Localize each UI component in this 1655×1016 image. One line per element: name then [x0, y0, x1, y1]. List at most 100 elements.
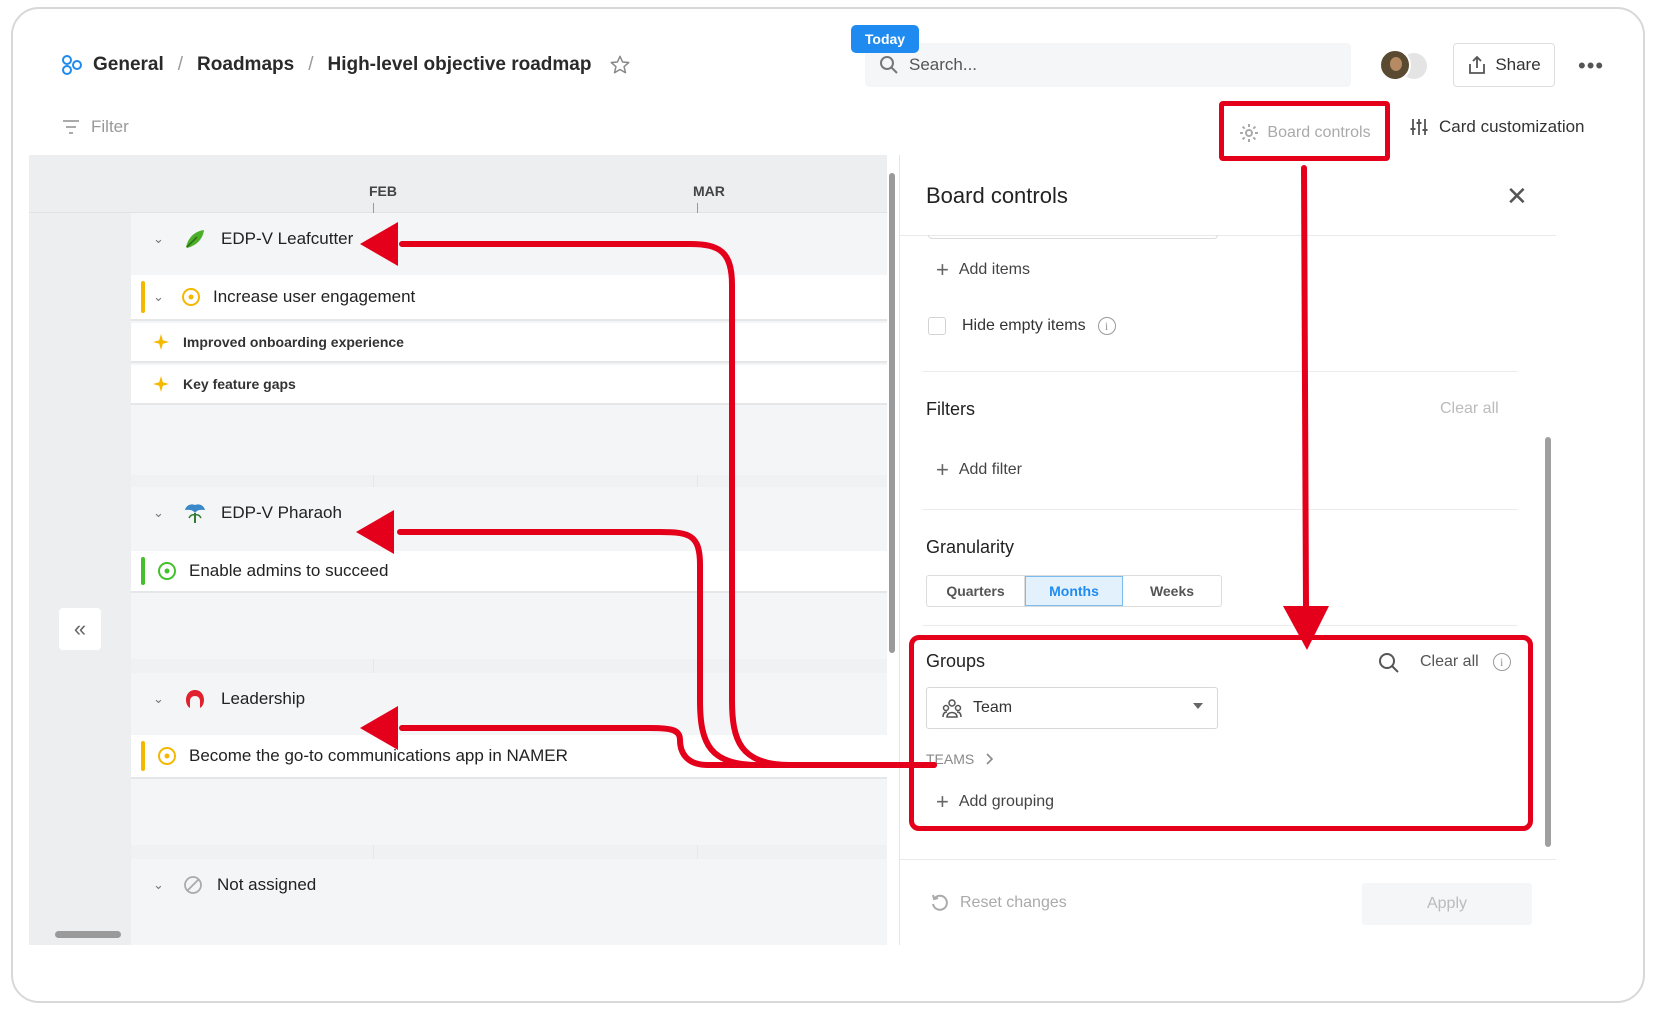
group-title: Leadership	[221, 689, 306, 708]
items-field[interactable]	[928, 235, 1218, 239]
group-title: EDP-V Leafcutter	[221, 229, 354, 248]
reset-changes-button[interactable]: Reset changes	[930, 893, 1067, 913]
search-icon	[880, 56, 898, 74]
key-result-title: Improved onboarding experience	[183, 334, 404, 350]
objective-target-icon	[158, 562, 176, 580]
divider	[922, 625, 1518, 626]
panel-title: Board controls	[926, 183, 1068, 208]
objective-color-bar	[141, 281, 145, 313]
objective-title: Enable admins to succeed	[189, 561, 389, 580]
today-button[interactable]: Today	[851, 25, 919, 53]
sparkle-icon	[153, 334, 169, 350]
avatar	[1379, 49, 1411, 81]
objective-color-bar	[141, 741, 145, 771]
card-customization-label: Card customization	[1439, 117, 1585, 136]
group-row-pharaoh[interactable]: ⌄ EDP-V Pharaoh	[131, 487, 887, 539]
granularity-section-title: Granularity	[926, 537, 1015, 557]
sliders-icon	[1410, 119, 1428, 135]
objective-color-bar	[141, 557, 145, 585]
objective-target-icon	[182, 288, 200, 306]
leadership-team-icon	[186, 690, 204, 708]
month-label-feb: FEB	[369, 183, 397, 199]
collapse-panel-button[interactable]: «	[59, 608, 101, 650]
divider	[922, 371, 1518, 372]
group-row-not-assigned[interactable]: ⌄ Not assigned	[131, 859, 887, 911]
timeline-header: FEB MAR	[29, 155, 887, 213]
add-filter-label: Add filter	[958, 461, 1022, 478]
month-tick	[373, 203, 374, 213]
reset-icon	[932, 894, 948, 911]
key-result-title: Key feature gaps	[183, 376, 296, 392]
card-customization-button[interactable]: Card customization	[1409, 117, 1585, 137]
scrollbar-thumb[interactable]	[55, 931, 121, 938]
unassigned-icon	[184, 876, 202, 894]
plus-icon: +	[936, 257, 949, 282]
key-result-row[interactable]: Key feature gaps	[131, 365, 887, 405]
breadcrumb-separator: /	[177, 54, 184, 75]
chevron-down-icon[interactable]: ⌄	[153, 231, 169, 247]
granularity-option-months[interactable]: Months	[1025, 576, 1123, 606]
leafcutter-team-icon	[186, 230, 204, 248]
month-label-mar: MAR	[693, 183, 725, 199]
add-filter-button[interactable]: + Add filter	[936, 457, 1022, 483]
app-window: General / Roadmaps / High-level objectiv…	[11, 7, 1645, 1003]
breadcrumb-separator: /	[308, 54, 314, 75]
top-header: General / Roadmaps / High-level objectiv…	[13, 9, 1643, 109]
divider	[900, 859, 1556, 860]
hide-empty-label-wrap: Hide empty items i	[962, 317, 1116, 335]
breadcrumb-item-roadmaps[interactable]: Roadmaps	[197, 54, 294, 76]
granularity-option-quarters[interactable]: Quarters	[927, 576, 1025, 606]
star-icon[interactable]	[609, 54, 631, 76]
info-icon[interactable]: i	[1097, 317, 1116, 335]
key-result-row[interactable]: Improved onboarding experience	[131, 323, 887, 363]
granularity-option-weeks[interactable]: Weeks	[1123, 576, 1221, 606]
breadcrumb-item-current: High-level objective roadmap	[327, 54, 592, 75]
objective-title: Become the go-to communications app in N…	[189, 746, 568, 765]
share-button[interactable]: Share	[1453, 43, 1555, 87]
group-row-leadership[interactable]: ⌄ Leadership	[131, 673, 887, 725]
panel-vertical-scrollbar[interactable]	[1544, 239, 1552, 859]
share-label: Share	[1495, 55, 1541, 74]
breadcrumb-item-general[interactable]: General	[93, 54, 164, 76]
group-title: EDP-V Pharaoh	[221, 503, 342, 522]
filter-icon	[63, 120, 79, 134]
avatar-group[interactable]	[1379, 49, 1431, 81]
chevron-down-icon[interactable]: ⌄	[153, 289, 169, 305]
timeline-vertical-scrollbar[interactable]	[887, 161, 897, 941]
timeline-left-gutter: «	[29, 213, 131, 945]
roadmap-app-icon	[62, 55, 82, 75]
group-row-leafcutter[interactable]: ⌄ EDP-V Leafcutter	[131, 213, 887, 265]
objective-row[interactable]: Enable admins to succeed	[131, 551, 887, 593]
more-options-icon[interactable]: •••	[1578, 53, 1604, 79]
hide-empty-checkbox[interactable]	[928, 317, 946, 335]
month-tick	[697, 203, 698, 213]
objective-row[interactable]: Become the go-to communications app in N…	[131, 735, 887, 779]
apply-button[interactable]: Apply	[1362, 883, 1532, 925]
granularity-segmented-control: Quarters Months Weeks	[926, 575, 1222, 607]
objective-row[interactable]: ⌄ Increase user engagement	[131, 275, 887, 321]
breadcrumb: General / Roadmaps / High-level objectiv…	[61, 54, 631, 76]
chevron-down-icon[interactable]: ⌄	[153, 505, 169, 521]
filter-label: Filter	[91, 117, 129, 136]
filter-button[interactable]: Filter	[61, 117, 129, 137]
scrollbar-thumb[interactable]	[889, 173, 895, 653]
reset-changes-label: Reset changes	[960, 894, 1067, 911]
chevron-down-icon[interactable]: ⌄	[153, 877, 169, 893]
chevron-down-icon[interactable]: ⌄	[153, 691, 169, 707]
scrollbar-thumb[interactable]	[1545, 437, 1551, 847]
objective-title: Increase user engagement	[213, 287, 416, 306]
objective-target-icon	[158, 747, 176, 765]
add-items-button[interactable]: + Add items	[936, 257, 1030, 283]
group-title: Not assigned	[217, 875, 317, 894]
pharaoh-team-icon	[185, 504, 205, 523]
plus-icon: +	[936, 457, 949, 482]
add-items-label: Add items	[958, 261, 1030, 278]
divider	[922, 509, 1518, 510]
filters-clear-all-button[interactable]: Clear all	[1440, 400, 1499, 418]
search-input[interactable]: Search...	[865, 43, 1351, 87]
close-icon[interactable]: ✕	[1506, 181, 1528, 212]
hide-empty-label: Hide empty items	[962, 317, 1086, 334]
timeline-horizontal-scrollbar[interactable]	[41, 929, 883, 941]
filters-section-title: Filters	[926, 399, 975, 419]
search-placeholder: Search...	[909, 55, 978, 74]
